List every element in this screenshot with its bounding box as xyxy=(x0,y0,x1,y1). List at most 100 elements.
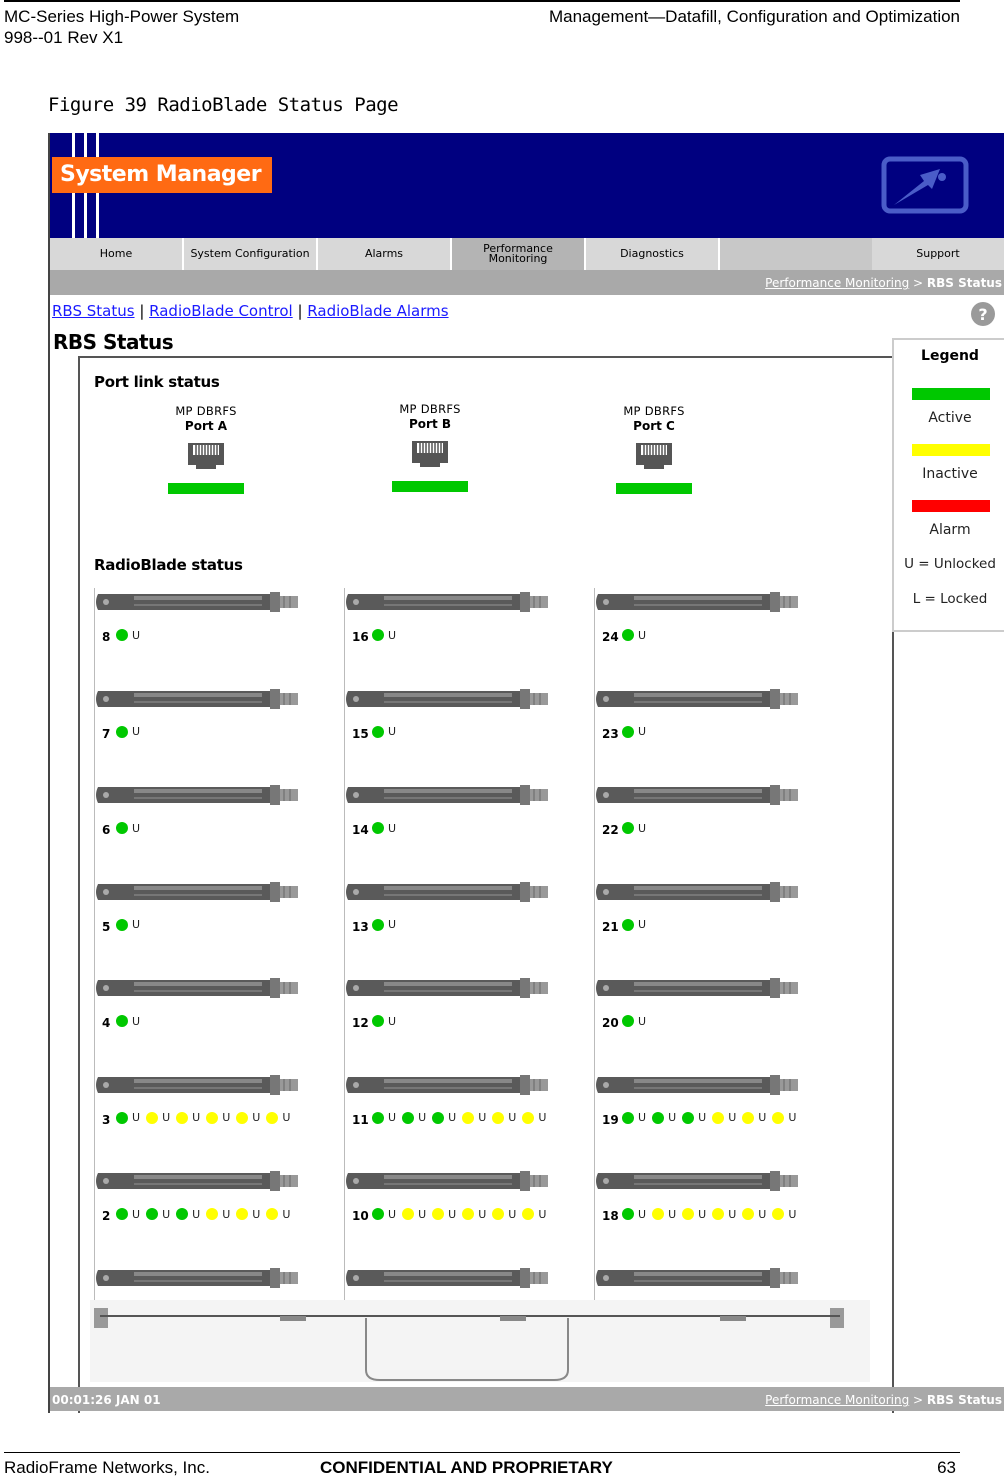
lock-state-label: U xyxy=(698,1111,707,1124)
legend-panel: Legend Active Inactive Alarm U = Unlocke… xyxy=(892,338,1004,632)
lock-state-label: U xyxy=(668,1207,677,1221)
radioblade-state: U xyxy=(372,1208,396,1221)
radioblade-slot[interactable]: 10 U U U U U U xyxy=(344,1167,576,1223)
status-dot xyxy=(372,725,384,738)
status-dot xyxy=(622,725,634,738)
help-icon[interactable]: ? xyxy=(970,301,996,327)
radioblade-slot[interactable]: 23 U xyxy=(594,685,826,741)
radioblade-unit-icon xyxy=(94,1167,300,1199)
radioblade-state: U xyxy=(682,1208,706,1221)
tab-performance-monitoring[interactable]: Performance Monitoring xyxy=(452,238,586,270)
subnav-radioblade-alarms[interactable]: RadioBlade Alarms xyxy=(307,302,448,320)
status-dot xyxy=(146,1208,159,1220)
radioblade-slot-number: 4 xyxy=(102,1016,111,1030)
radioblade-slot[interactable]: 20 U xyxy=(594,974,826,1030)
port-device-label: MP DBRFS xyxy=(175,404,237,418)
lock-state-label: U xyxy=(418,1111,427,1124)
radioblade-state: U xyxy=(682,1111,706,1124)
tab-alarms[interactable]: Alarms xyxy=(318,238,452,270)
status-dot xyxy=(116,1111,128,1124)
radioblade-state: U xyxy=(742,1208,766,1221)
port-label: Port A xyxy=(184,419,228,433)
radioblade-state: U xyxy=(176,1208,200,1221)
radioblade-states: UUUUUU xyxy=(372,1205,552,1223)
lock-state-label: U xyxy=(478,1207,487,1221)
rbs-status-panel: Port link status MP DBRFS Port A MP DBRF… xyxy=(78,356,894,1413)
tab-system-configuration[interactable]: System Configuration xyxy=(184,238,318,270)
radioblade-slot[interactable]: 2 U U U U U U xyxy=(94,1167,326,1223)
radioblade-slot[interactable]: 16 U xyxy=(344,588,576,644)
status-dot xyxy=(372,1015,384,1027)
radioblade-slot[interactable]: 12 U xyxy=(344,974,576,1030)
status-dot xyxy=(622,1111,634,1124)
lock-state-label: U xyxy=(388,628,397,642)
radioblade-slot-number: 14 xyxy=(352,823,369,837)
radioblade-slot-number: 2 xyxy=(102,1209,111,1223)
radioblade-slot[interactable]: 13 U xyxy=(344,878,576,934)
status-dot xyxy=(116,725,128,738)
radioblade-unit-icon xyxy=(594,878,800,910)
lock-state-label: U xyxy=(418,1207,427,1221)
lock-state-label: U xyxy=(728,1111,737,1124)
lock-state-label: U xyxy=(508,1207,517,1221)
tab-support[interactable]: Support xyxy=(872,238,1004,270)
tab-home[interactable]: Home xyxy=(50,238,184,270)
radioblade-slot[interactable]: 18 U U U U U U xyxy=(594,1167,826,1223)
radioblade-slot-number: 20 xyxy=(602,1016,619,1030)
radioblade-state: U xyxy=(206,1111,230,1124)
radioblade-slot-number: 15 xyxy=(352,726,369,741)
svg-text:?: ? xyxy=(978,305,987,324)
radioblade-slot[interactable]: 11 U U U U U U xyxy=(344,1071,576,1127)
legend-title: Legend xyxy=(921,348,979,364)
radioblade-unit-icon xyxy=(94,685,300,717)
subnav-radioblade-control[interactable]: RadioBlade Control xyxy=(149,302,293,320)
radioblade-state: U xyxy=(432,1111,456,1124)
radioblade-unit-icon xyxy=(94,1264,300,1296)
radioblade-unit-icon xyxy=(344,685,550,717)
radioblade-state: U xyxy=(176,1111,200,1124)
status-dot xyxy=(492,1111,505,1124)
radioblade-slot[interactable]: 21 U xyxy=(594,878,826,934)
status-dot xyxy=(682,1208,695,1220)
radioblade-slot[interactable]: 5U xyxy=(94,878,326,934)
lock-state-label: U xyxy=(448,1207,457,1221)
radioblade-slot[interactable]: 14 U xyxy=(344,781,576,837)
radioblade-slot[interactable]: 7U xyxy=(94,685,326,741)
breadcrumb-separator: > xyxy=(909,1393,927,1407)
breadcrumb-link-performance-monitoring[interactable]: Performance Monitoring xyxy=(765,276,909,290)
radioblade-slot-number: 24 xyxy=(602,630,619,644)
radioblade-state: U xyxy=(522,1208,546,1221)
tab-diagnostics[interactable]: Diagnostics xyxy=(586,238,720,270)
legend-swatch-alarm xyxy=(912,500,990,512)
lock-state-label: U xyxy=(222,1207,231,1221)
lock-state-label: U xyxy=(132,725,141,738)
radioblade-slot[interactable]: 22 U xyxy=(594,781,826,837)
radioblade-slot[interactable]: 3 U U U U U U xyxy=(94,1071,326,1127)
radioblade-slot[interactable]: 15 U xyxy=(344,685,576,741)
subnav-rbs-status[interactable]: RBS Status xyxy=(52,302,135,320)
status-dot xyxy=(432,1208,445,1220)
lock-state-label: U xyxy=(448,1111,457,1124)
doc-section-title: Management—Datafill, Configuration and O… xyxy=(548,7,960,26)
status-dot xyxy=(742,1208,755,1220)
radioblade-slot[interactable]: 6U xyxy=(94,781,326,837)
radioblade-slot[interactable]: 4U xyxy=(94,974,326,1030)
status-dot xyxy=(522,1111,535,1124)
radioblade-states: U xyxy=(622,626,652,644)
radioblade-unit-icon xyxy=(594,685,800,717)
radioblade-state: U xyxy=(492,1208,516,1221)
radioblade-unit-icon xyxy=(594,1167,800,1199)
radioblade-slot-number: 21 xyxy=(602,919,619,934)
status-dot xyxy=(116,1208,128,1220)
radioblade-state: U xyxy=(116,1208,140,1221)
footer-breadcrumb-link[interactable]: Performance Monitoring xyxy=(765,1393,909,1407)
radioblade-slot[interactable]: 24 U xyxy=(594,588,826,644)
radioblade-state: U xyxy=(432,1208,456,1221)
radioblade-slot[interactable]: 8U xyxy=(94,588,326,644)
radioblade-slot[interactable]: 19 U U U U U U xyxy=(594,1071,826,1127)
radioblade-unit-icon xyxy=(594,588,800,620)
page-title: RBS Status xyxy=(53,330,174,354)
status-dot xyxy=(116,822,128,834)
radioblade-state: U xyxy=(116,918,140,931)
figure-caption: Figure 39 RadioBlade Status Page xyxy=(48,94,399,116)
